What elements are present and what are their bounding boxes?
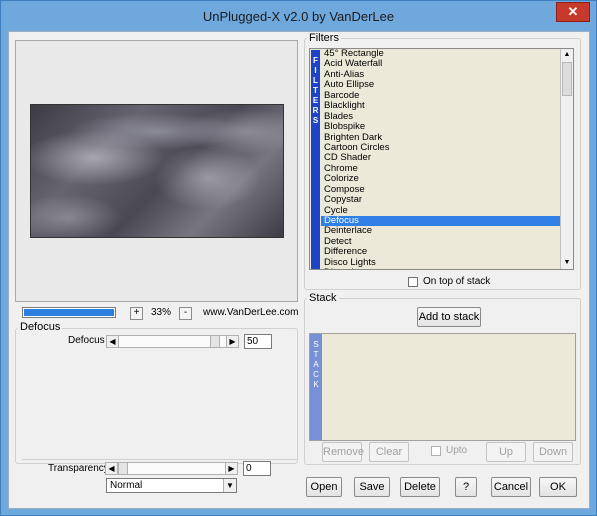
strip-letter: T <box>313 86 318 95</box>
dialog-window: UnPlugged-X v2.0 by VanDerLee ✕ + 33% - … <box>0 0 597 516</box>
delete-button[interactable]: Delete <box>400 477 440 497</box>
blend-mode-select[interactable]: Normal ▼ <box>106 478 237 493</box>
parameters-group: Defocus Defocus ◀ ▶ 50 <box>15 321 298 464</box>
filters-scrollbar[interactable]: ▲ ▼ <box>560 49 573 269</box>
transparency-area: Transparency ◀ ▶ 0 Normal ▼ <box>20 458 298 498</box>
stack-strip: STACK <box>310 334 322 440</box>
on-top-label: On top of stack <box>423 276 491 287</box>
defocus-param-label: Defocus <box>68 335 105 346</box>
preview-panel <box>15 40 298 302</box>
slider-thumb[interactable] <box>210 336 220 347</box>
strip-letter: I <box>314 66 317 75</box>
stack-group-label: Stack <box>307 292 339 304</box>
strip-letter: L <box>313 76 318 85</box>
transparency-label: Transparency <box>48 463 109 474</box>
window-title: UnPlugged-X v2.0 by VanDerLee <box>202 9 395 24</box>
strip-letter: R <box>312 106 319 115</box>
filter-list-item[interactable]: Blobspike <box>321 121 561 132</box>
zoom-out-button[interactable]: - <box>179 307 192 320</box>
open-button[interactable]: Open <box>306 477 342 497</box>
website-link[interactable]: www.VanDerLee.com <box>203 307 298 318</box>
scrollbar-thumb[interactable] <box>562 62 572 96</box>
preview-image[interactable] <box>30 104 284 238</box>
filters-strip: FILTERS <box>311 50 320 269</box>
slider-left-arrow-icon[interactable]: ◀ <box>107 336 119 347</box>
defocus-value-input[interactable]: 50 <box>244 334 272 349</box>
stack-group: Stack Add to stack STACK Remove Clear Up… <box>304 292 581 465</box>
down-button[interactable]: Down <box>533 442 573 462</box>
filter-list-item[interactable]: Blacklight <box>321 100 561 111</box>
up-button[interactable]: Up <box>486 442 526 462</box>
strip-letter: T <box>313 350 319 359</box>
divider <box>22 459 298 460</box>
strip-letter: K <box>313 380 319 389</box>
strip-letter: S <box>312 116 319 125</box>
transparency-slider[interactable]: ◀ ▶ <box>105 462 238 475</box>
filter-list-item[interactable]: Deinterlace <box>321 225 561 236</box>
scroll-up-arrow-icon[interactable]: ▲ <box>561 49 573 61</box>
filters-group-label: Filters <box>307 32 341 44</box>
slider-right-arrow-icon[interactable]: ▶ <box>225 463 237 474</box>
parameters-group-label: Defocus <box>18 321 63 333</box>
on-top-checkbox[interactable] <box>408 277 418 287</box>
chevron-down-icon[interactable]: ▼ <box>223 479 236 492</box>
stack-list[interactable]: STACK <box>309 333 576 441</box>
transparency-value-input[interactable]: 0 <box>243 461 271 476</box>
defocus-slider[interactable]: ◀ ▶ <box>106 335 239 348</box>
upto-checkbox[interactable] <box>431 446 441 456</box>
slider-left-arrow-icon[interactable]: ◀ <box>106 463 118 474</box>
blend-mode-value: Normal <box>110 480 143 491</box>
strip-letter: A <box>313 360 319 369</box>
slider-right-arrow-icon[interactable]: ▶ <box>226 336 238 347</box>
filters-list[interactable]: FILTERS 45° Rectangle Acid Waterfall Anti-… <box>309 48 574 270</box>
render-progress-bar <box>22 307 116 318</box>
slider-thumb[interactable] <box>118 463 128 474</box>
progress-fill <box>24 309 114 316</box>
save-button[interactable]: Save <box>354 477 390 497</box>
remove-button[interactable]: Remove <box>322 442 364 462</box>
filter-list-item[interactable]: Distortion <box>321 267 561 269</box>
filters-group: Filters FILTERS 45° Rectangle Acid Waterf… <box>304 32 581 290</box>
title-bar[interactable]: UnPlugged-X v2.0 by VanDerLee ✕ <box>1 1 596 31</box>
filters-items: 45° Rectangle Acid Waterfall Anti-Alias Aut… <box>321 49 561 269</box>
ok-button[interactable]: OK <box>539 477 577 497</box>
clear-button[interactable]: Clear <box>369 442 409 462</box>
close-button[interactable]: ✕ <box>556 2 590 22</box>
strip-letter: F <box>313 56 318 65</box>
zoom-level: 33% <box>151 307 172 318</box>
strip-letter: E <box>312 96 319 105</box>
upto-label: Upto <box>446 445 468 456</box>
filter-list-item[interactable]: Copystar <box>321 194 561 205</box>
help-button[interactable]: ? <box>455 477 477 497</box>
strip-letter: S <box>313 340 319 349</box>
zoom-in-button[interactable]: + <box>130 307 143 320</box>
strip-letter: C <box>313 370 319 379</box>
dialog-client: + 33% - www.VanDerLee.com Defocus Defocu… <box>8 31 590 509</box>
cancel-button[interactable]: Cancel <box>491 477 531 497</box>
add-to-stack-button[interactable]: Add to stack <box>417 307 481 327</box>
scroll-down-arrow-icon[interactable]: ▼ <box>561 257 573 269</box>
